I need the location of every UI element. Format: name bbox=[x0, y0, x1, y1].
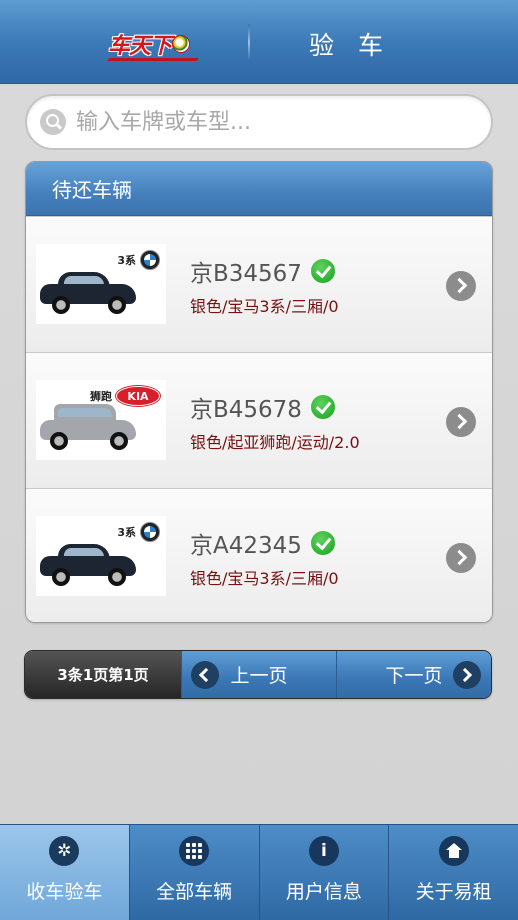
check-icon bbox=[310, 395, 335, 419]
car-wheel bbox=[108, 296, 126, 314]
car-plate: 京A42345 bbox=[190, 526, 335, 560]
search-input[interactable] bbox=[76, 102, 476, 142]
kia-logo-icon: KIA bbox=[116, 386, 160, 406]
plate-text: 京B34567 bbox=[190, 261, 302, 287]
gear-icon: ✲ bbox=[49, 836, 80, 866]
chevron-right-icon[interactable] bbox=[446, 271, 476, 301]
chevron-right-icon[interactable] bbox=[446, 407, 476, 437]
tab-about[interactable]: 关于易租 bbox=[388, 825, 518, 920]
car-plate: 京B34567 bbox=[190, 254, 335, 288]
home-icon bbox=[438, 836, 469, 866]
prev-page-button[interactable]: 上一页 bbox=[181, 651, 336, 698]
tab-label: 全部车辆 bbox=[156, 881, 233, 903]
arrow-right-icon bbox=[453, 661, 481, 689]
car-window-shape bbox=[58, 408, 112, 417]
model-tag-text: 3系 bbox=[117, 254, 136, 267]
car-wheel bbox=[110, 432, 128, 450]
pending-return-panel: 待还车辆 3系 京B34567 银色/宝马3系/三厢/0 狮跑 KIA 京B45… bbox=[25, 161, 493, 623]
page-info: 3条1页第1页 bbox=[25, 651, 181, 698]
car-thumbnail: 3系 bbox=[36, 516, 166, 596]
tab-label: 用户信息 bbox=[285, 881, 362, 903]
arrow-left-icon bbox=[191, 661, 219, 689]
search-icon bbox=[40, 109, 66, 135]
tab-label: 关于易租 bbox=[415, 881, 492, 903]
grid-icon bbox=[179, 836, 210, 866]
car-description: 银色/宝马3系/三厢/0 bbox=[190, 297, 339, 316]
tab-user-info[interactable]: i 用户信息 bbox=[258, 825, 389, 920]
info-icon: i bbox=[308, 836, 339, 866]
chevron-right-icon[interactable] bbox=[446, 543, 476, 573]
tab-inspect[interactable]: ✲ 收车验车 bbox=[0, 825, 129, 920]
bmw-logo-icon bbox=[140, 250, 160, 270]
tab-all-cars[interactable]: 全部车辆 bbox=[128, 825, 259, 920]
bmw-logo-icon bbox=[140, 522, 160, 542]
car-wheel bbox=[108, 568, 126, 586]
car-wheel bbox=[52, 296, 70, 314]
car-plate: 京B45678 bbox=[190, 390, 335, 424]
car-list-item[interactable]: 3系 京B34567 银色/宝马3系/三厢/0 bbox=[26, 216, 492, 352]
car-description: 银色/宝马3系/三厢/0 bbox=[190, 569, 339, 588]
next-page-button[interactable]: 下一页 bbox=[336, 651, 491, 698]
car-thumbnail: 狮跑 KIA bbox=[36, 380, 166, 460]
check-icon bbox=[310, 259, 335, 283]
logo-swoosh bbox=[107, 58, 199, 61]
check-icon bbox=[310, 531, 335, 555]
search-bar[interactable] bbox=[25, 94, 493, 150]
logo-text: 车天下 bbox=[108, 33, 172, 59]
car-model-tag: 狮跑 KIA bbox=[90, 386, 160, 406]
tab-label: 收车验车 bbox=[26, 881, 103, 903]
app-logo: 车天下 bbox=[107, 30, 199, 61]
pagination: 3条1页第1页 上一页 下一页 bbox=[24, 650, 492, 699]
model-tag-text: 3系 bbox=[117, 526, 136, 539]
model-tag-text: 狮跑 bbox=[90, 390, 112, 403]
app-header: 车天下 验 车 bbox=[0, 0, 518, 84]
car-description: 银色/起亚狮跑/运动/2.0 bbox=[190, 433, 360, 452]
car-list-item[interactable]: 狮跑 KIA 京B45678 银色/起亚狮跑/运动/2.0 bbox=[26, 352, 492, 488]
header-divider bbox=[248, 24, 250, 60]
bottom-tab-bar: ✲ 收车验车 全部车辆 i 用户信息 关于易租 bbox=[0, 824, 518, 920]
panel-title: 待还车辆 bbox=[26, 162, 492, 216]
car-wheel bbox=[52, 568, 70, 586]
prev-page-label: 上一页 bbox=[230, 665, 288, 687]
car-model-tag: 3系 bbox=[117, 250, 160, 270]
car-model-tag: 3系 bbox=[117, 522, 160, 542]
plate-text: 京A42345 bbox=[190, 533, 302, 559]
logo-ball-icon bbox=[172, 35, 191, 53]
plate-text: 京B45678 bbox=[190, 397, 302, 423]
car-list-item[interactable]: 3系 京A42345 银色/宝马3系/三厢/0 bbox=[26, 488, 492, 622]
car-thumbnail: 3系 bbox=[36, 244, 166, 324]
next-page-label: 下一页 bbox=[385, 665, 443, 687]
car-wheel bbox=[50, 432, 68, 450]
page-title: 验 车 bbox=[309, 31, 391, 60]
